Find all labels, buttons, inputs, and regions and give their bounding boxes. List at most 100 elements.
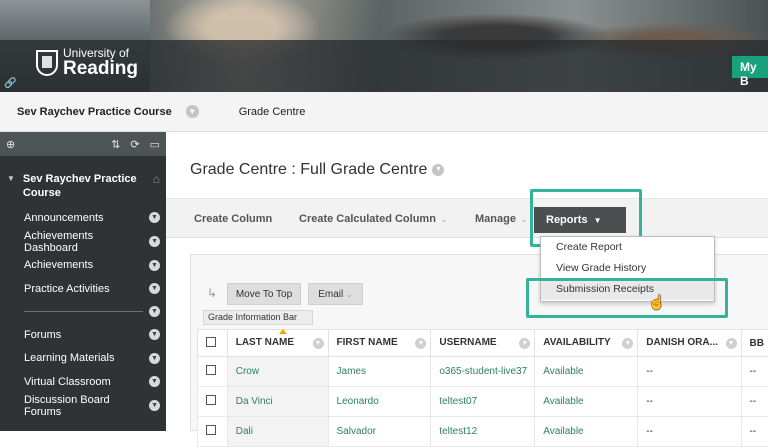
create-calculated-column-label: Create Calculated Column xyxy=(299,213,436,225)
refresh-icon[interactable]: ⟳ xyxy=(130,138,139,151)
sidebar-item-virtual-classroom[interactable]: Virtual Classroom▼ xyxy=(0,370,166,394)
submission-receipts-highlight xyxy=(526,278,728,318)
chevron-down-icon: ⌄ xyxy=(440,214,448,224)
my-blackboard-button[interactable]: My B xyxy=(732,56,768,78)
column-header-label: USERNAME xyxy=(439,337,496,348)
chevron-down-icon[interactable]: ▼ xyxy=(149,283,160,294)
manage-button[interactable]: Manage⌄ xyxy=(475,213,528,225)
cell-last-name[interactable]: Dali xyxy=(227,417,328,447)
cell-first-name[interactable]: Leonardo xyxy=(328,387,431,417)
university-logo[interactable]: University of Reading xyxy=(36,47,138,78)
cell-grade[interactable]: -- xyxy=(638,357,741,387)
course-menu: ⊕ ⇅ ⟳ ▭ ▼ Sev Raychev Practice Course ⌂ … xyxy=(0,132,166,431)
chevron-down-icon[interactable]: ▼ xyxy=(519,338,530,349)
grade-table: LAST NAME▼ FIRST NAME ▼ USERNAME ▼ AVAILAB… xyxy=(197,329,768,447)
cell-grade[interactable]: -- xyxy=(741,357,768,387)
cell-grade[interactable]: -- xyxy=(638,417,741,447)
cell-last-name[interactable]: Da Vinci xyxy=(227,387,328,417)
cell-first-name[interactable]: Salvador xyxy=(328,417,431,447)
column-header-label: FIRST NAME xyxy=(337,337,398,348)
sidebar-divider: ▼ xyxy=(0,301,166,323)
table-row: Da Vinci Leonardo teltest07 Available --… xyxy=(198,387,768,417)
cell-username[interactable]: teltest12 xyxy=(431,417,535,447)
chevron-down-icon[interactable]: ▼ xyxy=(149,353,160,364)
collapse-triangle-icon[interactable]: ▼ xyxy=(7,174,15,200)
chevron-down-icon[interactable]: ▼ xyxy=(186,105,199,118)
column-header-label: BB xyxy=(750,338,764,349)
chevron-down-icon[interactable]: ▼ xyxy=(149,400,160,411)
hand-cursor-icon: ☝ xyxy=(648,294,665,311)
email-button[interactable]: Email ⌄ xyxy=(308,283,363,305)
chevron-down-icon[interactable]: ▼ xyxy=(149,236,160,247)
cell-username[interactable]: o365-student-live37 xyxy=(431,357,535,387)
reorder-icon[interactable]: ⇅ xyxy=(111,138,120,151)
move-to-top-button[interactable]: Move To Top xyxy=(227,283,301,305)
column-header[interactable]: USERNAME ▼ xyxy=(431,330,535,357)
sidebar-item-label: Announcements xyxy=(24,212,104,224)
sidebar-item-achievements-dashboard[interactable]: Achievements Dashboard▼ xyxy=(0,230,166,254)
chevron-down-icon[interactable]: ▼ xyxy=(149,376,160,387)
sidebar-item-achievements[interactable]: Achievements ▼ xyxy=(0,253,166,277)
column-header[interactable]: AVAILABILITY▼ xyxy=(535,330,638,357)
sidebar-item-label: Learning Materials xyxy=(24,352,115,364)
row-checkbox[interactable] xyxy=(206,395,216,405)
chevron-down-icon[interactable]: ▼ xyxy=(726,338,737,349)
cell-last-name[interactable]: Crow xyxy=(227,357,328,387)
column-header[interactable]: DANISH ORA...▼ xyxy=(638,330,741,357)
chevron-down-icon[interactable]: ▼ xyxy=(149,260,160,271)
sidebar-item-practice-activities[interactable]: Practice Activities▼ xyxy=(0,277,166,301)
folder-view-icon[interactable]: ▭ xyxy=(150,138,160,151)
breadcrumb-page: Grade Centre xyxy=(239,106,306,118)
breadcrumb-course[interactable]: Sev Raychev Practice Course xyxy=(17,106,172,118)
chevron-down-icon[interactable]: ▼ xyxy=(313,338,324,349)
course-menu-toolbar: ⊕ ⇅ ⟳ ▭ xyxy=(0,132,166,156)
column-header[interactable]: FIRST NAME ▼ xyxy=(328,330,431,357)
select-all-checkbox[interactable] xyxy=(206,337,216,347)
home-icon[interactable]: ⌂ xyxy=(153,172,160,200)
cell-grade[interactable]: -- xyxy=(741,387,768,417)
cell-availability[interactable]: Available xyxy=(535,387,638,417)
row-select-cell xyxy=(198,417,228,447)
email-label: Email xyxy=(318,289,343,300)
menu-item-view-grade-history[interactable]: View Grade History xyxy=(541,258,714,279)
create-column-button[interactable]: Create Column xyxy=(194,213,272,225)
row-checkbox[interactable] xyxy=(206,425,216,435)
create-calculated-column-button[interactable]: Create Calculated Column ⌄ xyxy=(299,213,447,225)
cell-first-name[interactable]: James xyxy=(328,357,431,387)
table-row: Crow James o365-student-live37 Available… xyxy=(198,357,768,387)
move-to-top-label: Move To Top xyxy=(236,289,292,300)
chevron-down-icon[interactable]: ▼ xyxy=(149,306,160,317)
chevron-down-icon[interactable]: ▼ xyxy=(432,164,444,176)
main-content: Grade Centre : Full Grade Centre ▼ Creat… xyxy=(166,132,768,431)
sidebar-item-learning-materials[interactable]: Learning Materials ▼ xyxy=(0,346,166,370)
cell-grade[interactable]: -- xyxy=(638,387,741,417)
chevron-down-icon: ⌄ xyxy=(346,290,353,299)
grade-information-bar[interactable]: Grade Information Bar xyxy=(203,310,313,325)
cell-username[interactable]: teltest07 xyxy=(431,387,535,417)
sidebar-item-discussion-board-forums[interactable]: Discussion Board Forums▼ xyxy=(0,394,166,418)
add-menu-item-icon[interactable]: ⊕ xyxy=(6,138,15,151)
sidebar-item-announcements[interactable]: Announcements ▼ xyxy=(0,206,166,230)
divider-line xyxy=(24,311,143,312)
row-checkbox[interactable] xyxy=(206,365,216,375)
sidebar-item-label: Achievements Dashboard xyxy=(24,230,149,254)
chevron-down-icon: ⌄ xyxy=(520,214,528,224)
sidebar-course-title[interactable]: Sev Raychev Practice Course xyxy=(23,172,141,200)
chevron-down-icon[interactable]: ▼ xyxy=(149,329,160,340)
sidebar-item-forums[interactable]: Forums▼ xyxy=(0,323,166,347)
cell-availability[interactable]: Available xyxy=(535,357,638,387)
menu-item-create-report[interactable]: Create Report xyxy=(541,237,714,258)
chevron-down-icon[interactable]: ▼ xyxy=(622,338,633,349)
link-icon[interactable]: 🔗 xyxy=(4,78,16,89)
action-bar: Create Column Create Calculated Column⌄ … xyxy=(166,198,768,238)
header-banner: University of Reading 🔗 My B xyxy=(0,0,768,92)
cell-grade[interactable]: -- xyxy=(741,417,768,447)
chevron-down-icon[interactable]: ▼ xyxy=(149,212,160,223)
crest-icon xyxy=(36,50,58,76)
chevron-down-icon[interactable]: ▼ xyxy=(415,338,426,349)
sidebar-item-label: Achievements xyxy=(24,259,93,271)
cell-availability[interactable]: Available xyxy=(535,417,638,447)
column-header[interactable]: BB xyxy=(741,330,768,357)
course-title-row: ▼ Sev Raychev Practice Course ⌂ xyxy=(0,156,166,200)
column-header[interactable]: LAST NAME▼ xyxy=(227,330,328,357)
